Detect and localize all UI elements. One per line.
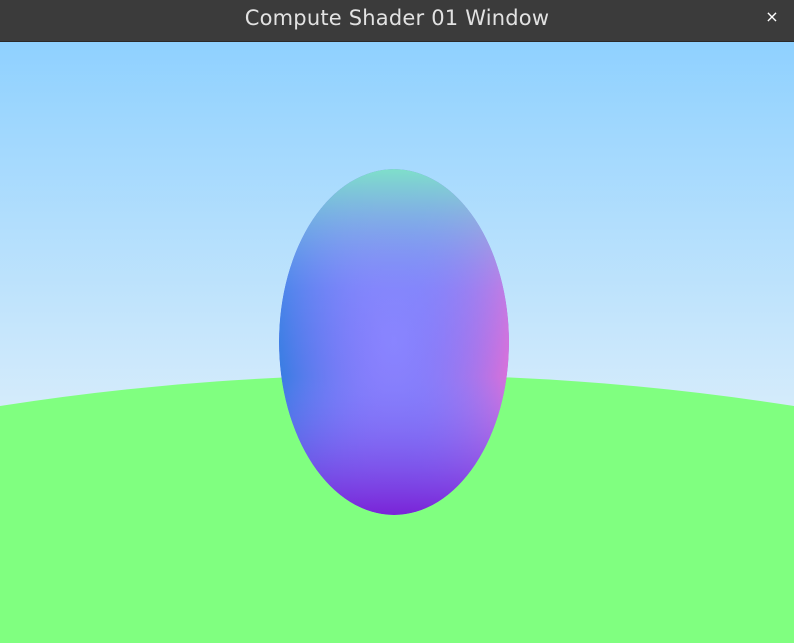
window-title: Compute Shader 01 Window	[244, 6, 550, 30]
sphere	[279, 169, 509, 515]
close-icon: ×	[765, 7, 779, 26]
render-viewport[interactable]	[0, 42, 794, 643]
app-window: Compute Shader 01 Window ×	[0, 0, 794, 643]
close-button[interactable]: ×	[760, 6, 784, 30]
rendered-scene	[0, 42, 794, 643]
title-bar[interactable]: Compute Shader 01 Window ×	[0, 0, 794, 42]
